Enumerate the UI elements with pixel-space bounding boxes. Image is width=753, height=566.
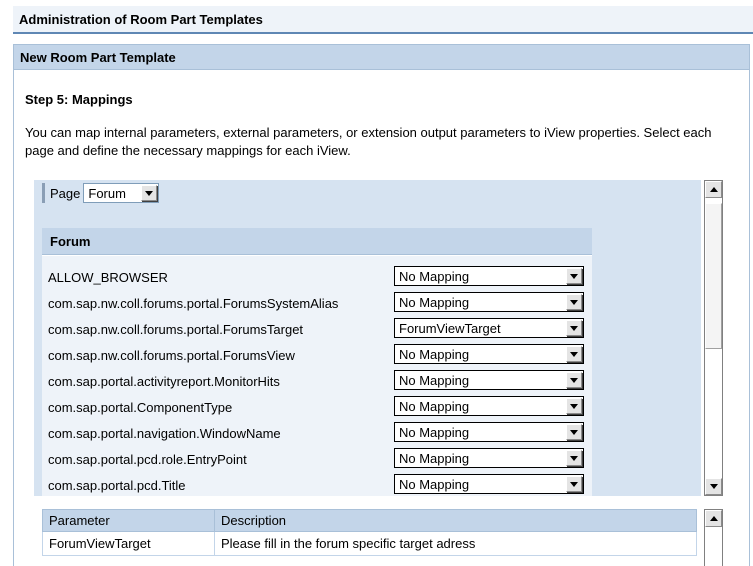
property-name: com.sap.portal.pcd.role.EntryPoint: [48, 452, 247, 467]
chevron-down-icon[interactable]: [566, 372, 582, 388]
forum-iview-panel: Forum ALLOW_BROWSER No Mapping com.sap.n…: [42, 228, 592, 496]
mapping-row: com.sap.portal.activityreport.MonitorHit…: [48, 370, 588, 392]
table-scrollbar[interactable]: [704, 509, 723, 566]
page-select-value: Forum: [88, 185, 126, 201]
forum-title: Forum: [50, 234, 91, 249]
chevron-down-icon[interactable]: [566, 476, 582, 492]
chevron-down-icon[interactable]: [566, 346, 582, 362]
mapping-value: No Mapping: [399, 477, 470, 492]
property-name: ALLOW_BROWSER: [48, 270, 168, 285]
mapping-value: ForumViewTarget: [399, 321, 501, 336]
scroll-up-icon[interactable]: [705, 510, 722, 527]
mapping-row: ALLOW_BROWSER No Mapping: [48, 266, 588, 288]
grip-handle: [42, 183, 45, 203]
app-title: Administration of Room Part Templates: [19, 12, 263, 27]
scroll-down-icon[interactable]: [705, 478, 722, 495]
mapping-value: No Mapping: [399, 399, 470, 414]
chevron-down-icon[interactable]: [566, 268, 582, 284]
mapping-select[interactable]: No Mapping: [394, 396, 584, 416]
chevron-down-icon[interactable]: [566, 294, 582, 310]
table-cell: ForumViewTarget: [42, 531, 215, 556]
property-name: com.sap.portal.navigation.WindowName: [48, 426, 281, 441]
panel-title: New Room Part Template: [20, 50, 176, 65]
mapping-row: com.sap.nw.coll.forums.portal.ForumsView…: [48, 344, 588, 366]
mapping-value: No Mapping: [399, 347, 470, 362]
mapping-value: No Mapping: [399, 451, 470, 466]
mapping-value: No Mapping: [399, 269, 470, 284]
chevron-down-icon[interactable]: [141, 185, 158, 201]
column-header: Parameter: [42, 509, 215, 532]
property-name: com.sap.nw.coll.forums.portal.ForumsView: [48, 348, 295, 363]
chevron-down-icon[interactable]: [566, 424, 582, 440]
mapping-select[interactable]: No Mapping: [394, 292, 584, 312]
panel-header: New Room Part Template: [14, 45, 749, 70]
column-header: Description: [214, 509, 697, 532]
mapping-row: com.sap.nw.coll.forums.portal.ForumsTarg…: [48, 318, 588, 340]
mapping-row: com.sap.nw.coll.forums.portal.ForumsSyst…: [48, 292, 588, 314]
mapping-select[interactable]: No Mapping: [394, 266, 584, 286]
step-description: You can map internal parameters, externa…: [25, 125, 712, 158]
forum-header: Forum: [42, 228, 592, 255]
mapping-scrollbar[interactable]: [704, 180, 723, 496]
mapping-select[interactable]: No Mapping: [394, 448, 584, 468]
mapping-select[interactable]: ForumViewTarget: [394, 318, 584, 338]
chevron-down-icon[interactable]: [566, 320, 582, 336]
step-title: Step 5: Mappings: [25, 92, 133, 107]
page-selector-bar: Page Forum: [42, 182, 160, 204]
mapping-value: No Mapping: [399, 373, 470, 388]
scroll-thumb[interactable]: [705, 203, 722, 349]
parameter-table: Parameter Description ForumViewTarget Pl…: [42, 509, 697, 556]
app-header: Administration of Room Part Templates: [13, 6, 753, 34]
chevron-down-icon[interactable]: [566, 450, 582, 466]
page-label: Page: [50, 185, 81, 201]
mapping-row: com.sap.portal.pcd.Title No Mapping: [48, 474, 588, 496]
mapping-select[interactable]: No Mapping: [394, 344, 584, 364]
scroll-up-icon[interactable]: [705, 181, 722, 198]
mapping-select[interactable]: No Mapping: [394, 422, 584, 442]
mapping-row: com.sap.portal.navigation.WindowName No …: [48, 422, 588, 444]
mapping-row: com.sap.portal.pcd.role.EntryPoint No Ma…: [48, 448, 588, 470]
property-name: com.sap.nw.coll.forums.portal.ForumsSyst…: [48, 296, 339, 311]
property-name: com.sap.nw.coll.forums.portal.ForumsTarg…: [48, 322, 304, 337]
property-name: com.sap.portal.pcd.Title: [48, 478, 186, 493]
table-cell: Please fill in the forum specific target…: [214, 531, 697, 556]
table-row: ForumViewTarget Please fill in the forum…: [42, 531, 697, 556]
property-name: com.sap.portal.activityreport.MonitorHit…: [48, 374, 280, 389]
mapping-select[interactable]: No Mapping: [394, 370, 584, 390]
forum-mapping-list: ALLOW_BROWSER No Mapping com.sap.nw.coll…: [42, 256, 592, 496]
mapping-select[interactable]: No Mapping: [394, 474, 584, 494]
page-select[interactable]: Forum: [83, 183, 160, 203]
mapping-value: No Mapping: [399, 425, 470, 440]
mapping-value: No Mapping: [399, 295, 470, 310]
chevron-down-icon[interactable]: [566, 398, 582, 414]
property-name: com.sap.portal.ComponentType: [48, 400, 233, 415]
table-header-row: Parameter Description: [42, 509, 697, 532]
mapping-row: com.sap.portal.ComponentType No Mapping: [48, 396, 588, 418]
